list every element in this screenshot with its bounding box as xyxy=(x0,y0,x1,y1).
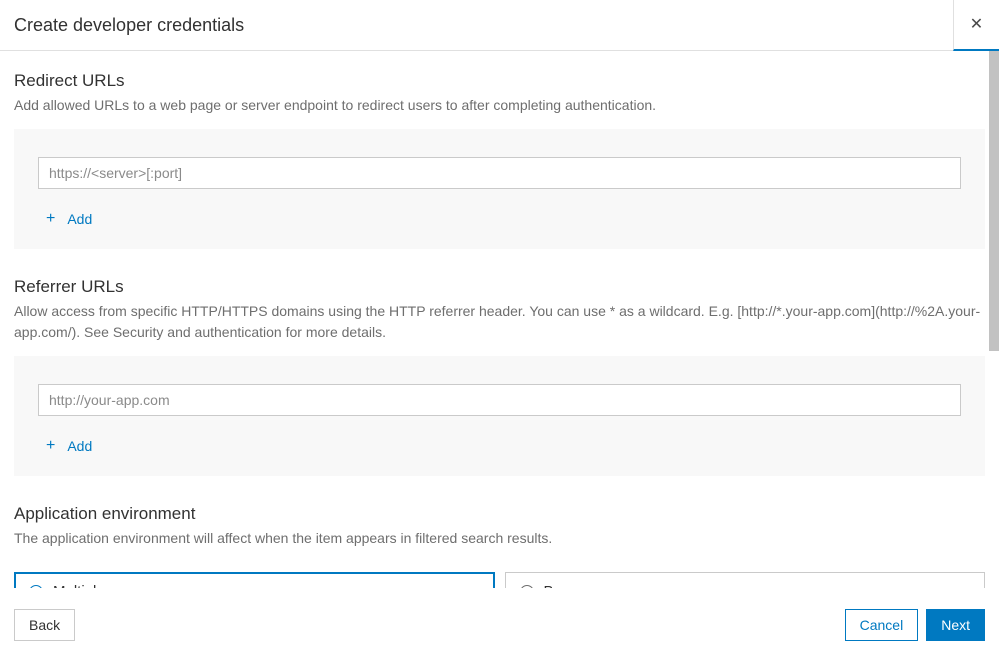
environment-option-browser[interactable]: Browser xyxy=(505,572,986,588)
add-label: Add xyxy=(67,438,92,454)
environment-option-label: Browser xyxy=(544,583,599,588)
redirect-urls-block: + Add xyxy=(14,129,985,249)
modal-footer: Back Cancel Next xyxy=(0,599,999,649)
plus-icon: + xyxy=(46,211,55,227)
redirect-url-input[interactable] xyxy=(38,157,961,189)
radio-icon xyxy=(29,585,43,589)
modal-title: Create developer credentials xyxy=(14,15,244,36)
environment-options: Multiple Browser xyxy=(14,572,985,588)
referrer-urls-block: + Add xyxy=(14,356,985,476)
close-icon: ✕ xyxy=(970,14,983,34)
referrer-urls-title: Referrer URLs xyxy=(14,277,985,297)
modal-header: Create developer credentials ✕ xyxy=(0,0,999,51)
application-environment-description: The application environment will affect … xyxy=(14,528,985,548)
modal-create-developer-credentials: Create developer credentials ✕ Redirect … xyxy=(0,0,999,649)
scrollbar-track[interactable] xyxy=(989,51,999,599)
modal-body[interactable]: Redirect URLs Add allowed URLs to a web … xyxy=(0,51,999,599)
scrollbar-thumb[interactable] xyxy=(989,51,999,351)
redirect-urls-title: Redirect URLs xyxy=(14,71,985,91)
environment-option-label: Multiple xyxy=(53,583,105,588)
section-application-environment: Application environment The application … xyxy=(14,504,985,588)
radio-icon xyxy=(520,585,534,589)
referrer-url-input[interactable] xyxy=(38,384,961,416)
plus-icon: + xyxy=(46,438,55,454)
back-button[interactable]: Back xyxy=(14,609,75,641)
section-redirect-urls: Redirect URLs Add allowed URLs to a web … xyxy=(14,71,985,249)
add-label: Add xyxy=(67,211,92,227)
environment-option-multiple[interactable]: Multiple xyxy=(14,572,495,588)
next-button[interactable]: Next xyxy=(926,609,985,641)
close-button[interactable]: ✕ xyxy=(953,0,999,51)
redirect-urls-description: Add allowed URLs to a web page or server… xyxy=(14,95,985,115)
cancel-button[interactable]: Cancel xyxy=(845,609,919,641)
redirect-url-add-button[interactable]: + Add xyxy=(38,211,961,227)
referrer-url-add-button[interactable]: + Add xyxy=(38,438,961,454)
application-environment-title: Application environment xyxy=(14,504,985,524)
section-referrer-urls: Referrer URLs Allow access from specific… xyxy=(14,277,985,476)
referrer-urls-description: Allow access from specific HTTP/HTTPS do… xyxy=(14,301,985,342)
